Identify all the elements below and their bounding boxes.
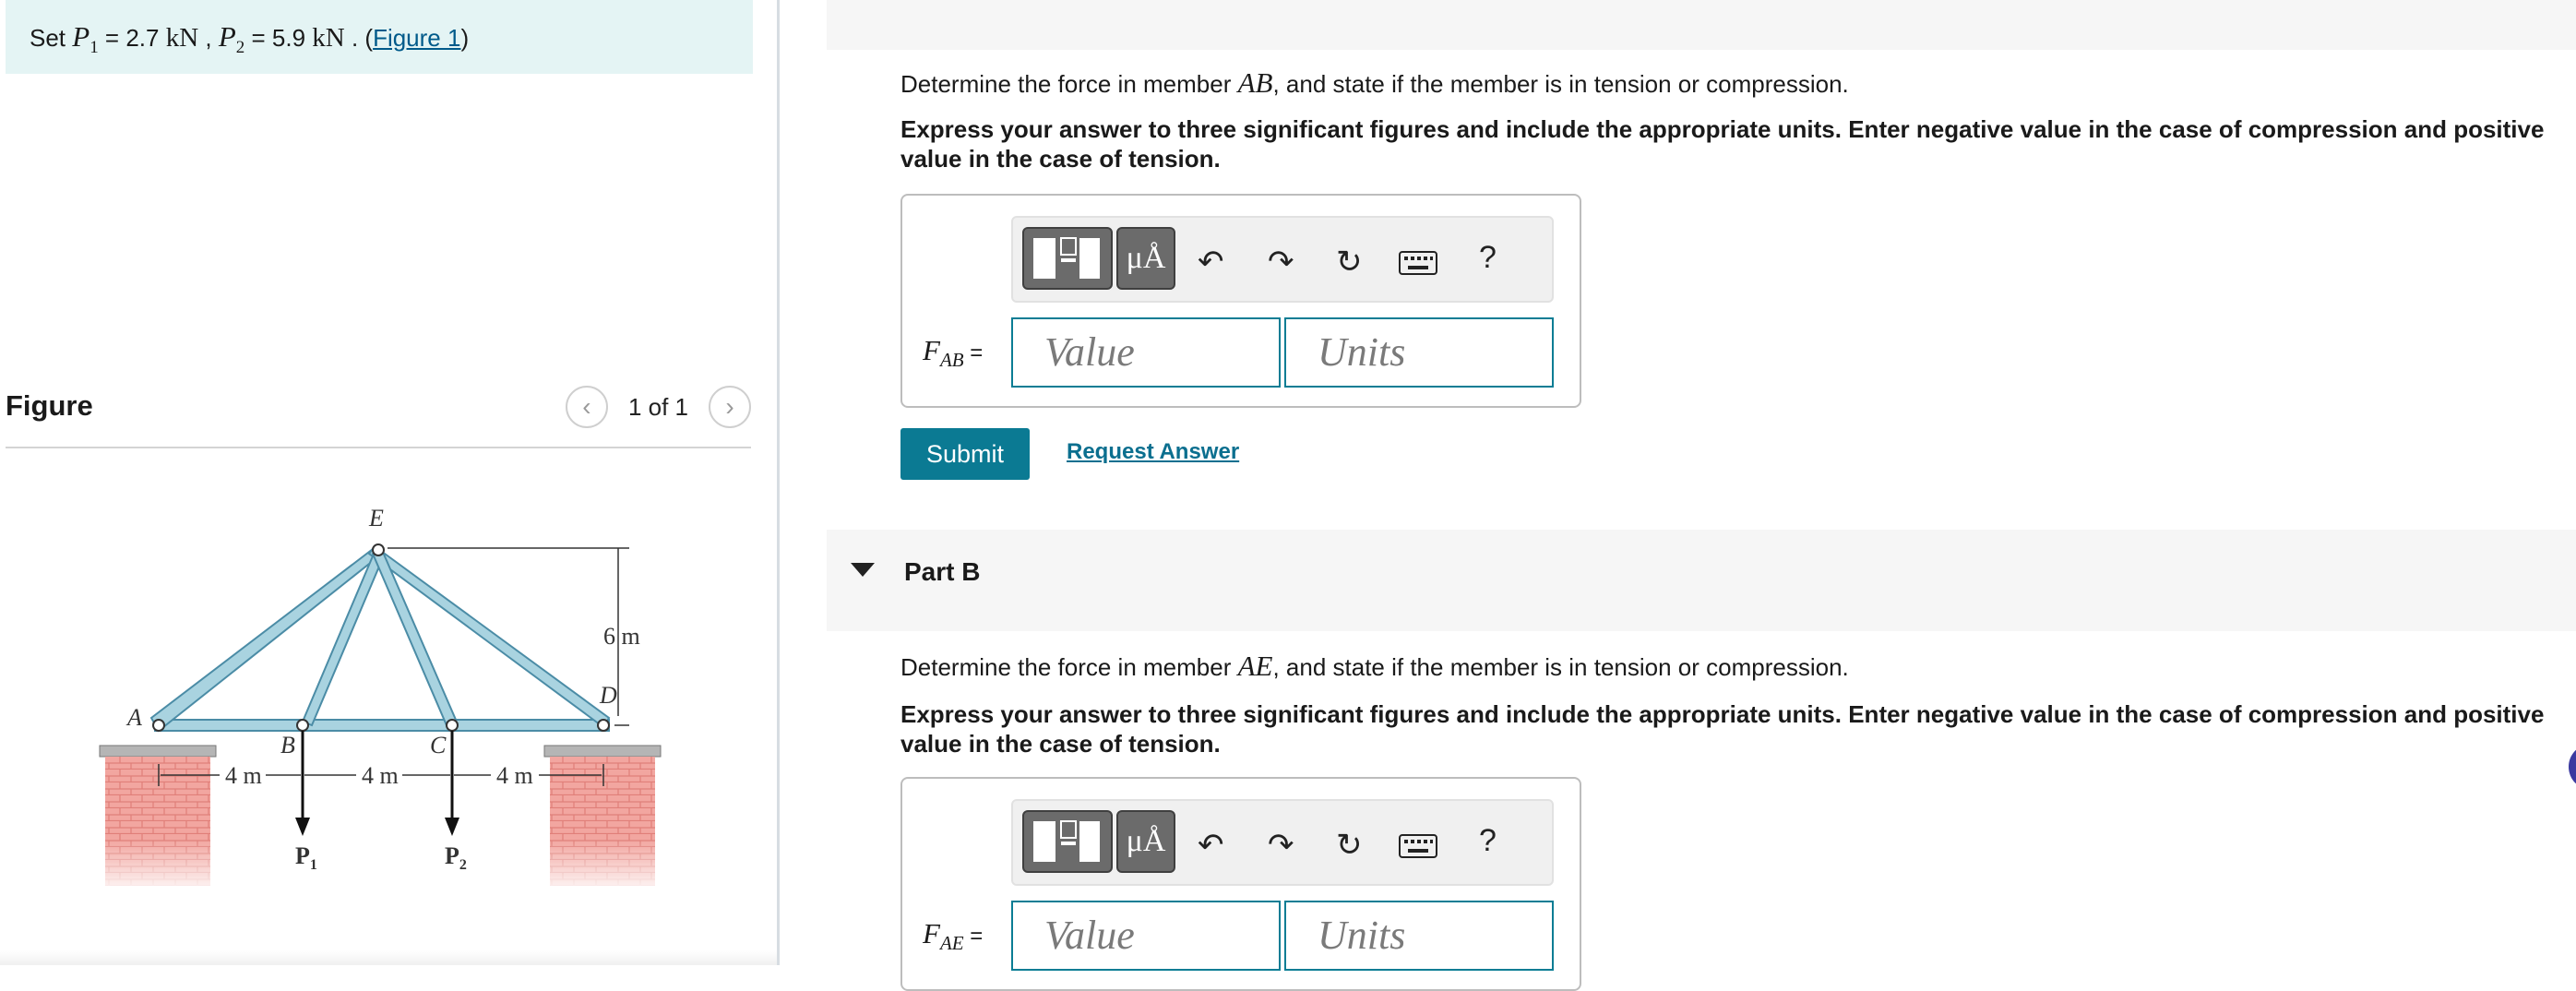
part-a-instructions: Express your answer to three significant… bbox=[900, 115, 2545, 173]
joint-d-label: D bbox=[599, 682, 617, 709]
problem-statement: Set P1 = 2.7 kN , P2 = 5.9 kN . (Figure … bbox=[6, 0, 753, 74]
chevron-right-icon: › bbox=[725, 392, 734, 421]
chevron-left-icon: ‹ bbox=[582, 392, 591, 421]
load1-label: P1 bbox=[295, 842, 317, 873]
p1-symbol: P1 bbox=[72, 20, 99, 58]
part-a-answer-box: μÅ ↶ ↷ ↻ ? FAB = Value Units bbox=[900, 194, 1581, 408]
part-b-header[interactable]: Part B bbox=[827, 530, 2576, 631]
submit-button[interactable]: Submit bbox=[900, 428, 1030, 480]
units-icon: μÅ bbox=[1126, 241, 1166, 275]
joint-e-label: E bbox=[368, 505, 384, 531]
figure-pager: ‹ 1 of 1 › bbox=[565, 386, 751, 428]
joint-b-label: B bbox=[280, 732, 295, 758]
part-b-instructions: Express your answer to three significant… bbox=[900, 700, 2545, 758]
figure-counter: 1 of 1 bbox=[627, 392, 688, 421]
part-b-title: Part B bbox=[904, 557, 981, 586]
part-b-answer-box: μÅ ↶ ↷ ↻ ? FAE = Value Units bbox=[900, 777, 1581, 991]
figure-header: Figure ‹ 1 of 1 › bbox=[6, 382, 751, 448]
span3-label: 4 m bbox=[496, 762, 533, 789]
collapse-triangle-icon[interactable] bbox=[851, 563, 875, 577]
truss-figure: A B C D E 6 m 4 m 4 m 4 m P1 P2 bbox=[99, 505, 662, 895]
part-b-question: Determine the force in member AE, and st… bbox=[900, 650, 1849, 682]
left-support bbox=[99, 745, 217, 895]
panel-divider[interactable] bbox=[777, 0, 780, 965]
redo-icon[interactable]: ↷ bbox=[1268, 244, 1294, 281]
part-a-units-input[interactable]: Units bbox=[1284, 317, 1554, 388]
p1-value: = 2.7 bbox=[98, 24, 166, 52]
set-prefix: Set bbox=[30, 24, 66, 52]
statement-close: ) bbox=[460, 24, 470, 52]
figure-title: Figure bbox=[6, 389, 93, 422]
part-a-question: Determine the force in member AB, and st… bbox=[900, 66, 1849, 99]
part-b-member: AE bbox=[1237, 650, 1273, 682]
request-answer-link[interactable]: Request Answer bbox=[1067, 439, 1239, 465]
part-b-value-input[interactable]: Value bbox=[1011, 901, 1281, 971]
keyboard-icon[interactable] bbox=[1399, 251, 1437, 275]
height-dimension bbox=[388, 547, 629, 726]
span2-label: 4 m bbox=[362, 762, 399, 789]
part-a-variable-label: FAB = bbox=[923, 334, 984, 372]
prev-figure-button[interactable]: ‹ bbox=[565, 386, 608, 428]
redo-icon[interactable]: ↷ bbox=[1268, 827, 1294, 864]
undo-icon[interactable]: ↶ bbox=[1198, 827, 1224, 864]
joint-c-label: C bbox=[430, 732, 447, 758]
reset-icon[interactable]: ↻ bbox=[1336, 244, 1363, 281]
help-icon[interactable]: ? bbox=[1479, 240, 1497, 276]
joint-a-label: A bbox=[125, 704, 142, 731]
truss-members bbox=[149, 544, 611, 733]
undo-icon[interactable]: ↶ bbox=[1198, 244, 1224, 281]
keyboard-icon[interactable] bbox=[1399, 834, 1437, 858]
templates-button[interactable] bbox=[1022, 227, 1113, 290]
statement-end: . ( bbox=[344, 24, 374, 52]
chat-bubble-button[interactable] bbox=[2569, 744, 2576, 790]
units-button[interactable]: μÅ bbox=[1116, 810, 1175, 873]
load2-label: P2 bbox=[445, 842, 467, 873]
part-a-toolbar: μÅ ↶ ↷ ↻ ? bbox=[1011, 216, 1554, 303]
p2-value: = 5.9 bbox=[244, 24, 313, 52]
separator: , bbox=[198, 24, 219, 52]
part-a-member: AB bbox=[1237, 66, 1273, 99]
part-b-toolbar: μÅ ↶ ↷ ↻ ? bbox=[1011, 799, 1554, 886]
part-a-header-band bbox=[827, 0, 2576, 50]
span1-label: 4 m bbox=[225, 762, 262, 789]
part-a-value-input[interactable]: Value bbox=[1011, 317, 1281, 388]
templates-icon bbox=[1033, 237, 1100, 279]
panel-bottom-shade bbox=[0, 950, 777, 965]
height-label: 6 m bbox=[603, 623, 640, 650]
help-icon[interactable]: ? bbox=[1479, 823, 1497, 859]
left-panel: Set P1 = 2.7 kN , P2 = 5.9 kN . (Figure … bbox=[0, 0, 777, 965]
part-b-variable-label: FAE = bbox=[923, 917, 984, 955]
units-icon: μÅ bbox=[1126, 824, 1166, 858]
templates-button[interactable] bbox=[1022, 810, 1113, 873]
templates-icon bbox=[1033, 820, 1100, 862]
p2-symbol: P2 bbox=[218, 20, 245, 58]
units-button[interactable]: μÅ bbox=[1116, 227, 1175, 290]
figure-link[interactable]: Figure 1 bbox=[373, 24, 460, 52]
next-figure-button[interactable]: › bbox=[709, 386, 751, 428]
reset-icon[interactable]: ↻ bbox=[1336, 827, 1363, 864]
part-b-units-input[interactable]: Units bbox=[1284, 901, 1554, 971]
p2-unit: kN bbox=[312, 23, 345, 53]
p1-unit: kN bbox=[165, 23, 199, 53]
right-support bbox=[543, 745, 662, 895]
